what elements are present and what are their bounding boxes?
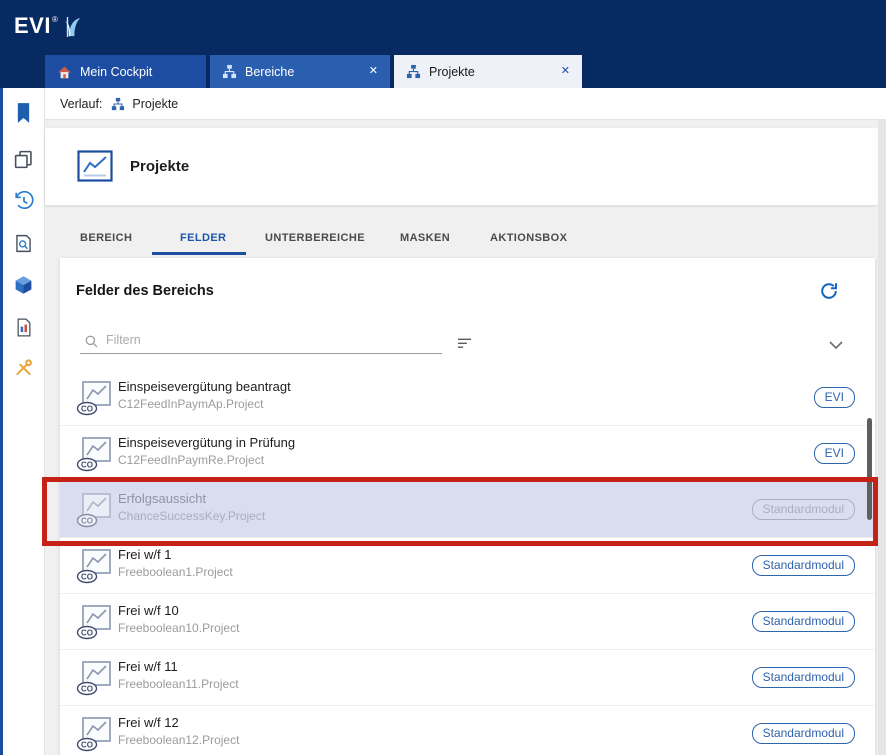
history-item-label: Projekte — [132, 97, 178, 111]
page-title: Projekte — [130, 158, 189, 175]
item-subtitle: C12FeedInPaymAp.Project — [118, 397, 263, 411]
sort-icon[interactable] — [456, 337, 474, 350]
org-chart-icon — [406, 64, 421, 79]
list-scrollbar-thumb[interactable] — [867, 418, 872, 520]
chart-co-icon: CO — [76, 492, 114, 528]
item-subtitle: Freeboolean1.Project — [118, 565, 233, 579]
chart-co-icon: CO — [76, 716, 114, 752]
tab-bereich[interactable]: BEREICH — [80, 232, 132, 244]
list-item[interactable]: CO Einspeisevergütung in Prüfung C12Feed… — [60, 426, 875, 482]
history-label: Verlauf: — [60, 97, 102, 111]
item-subtitle: Freeboolean12.Project — [118, 733, 239, 747]
evi-logo: EVI ® — [14, 13, 83, 39]
page-header: Projekte — [45, 128, 878, 205]
item-title: Einspeisevergütung in Prüfung — [118, 435, 295, 450]
close-icon[interactable]: ✕ — [561, 66, 570, 77]
field-list: CO Einspeisevergütung beantragt C12FeedI… — [60, 370, 875, 755]
module-badge: Standardmodul — [752, 667, 855, 688]
module-badge: Standardmodul — [752, 611, 855, 632]
co-badge-text: CO — [81, 685, 93, 694]
history-bar: Verlauf: Projekte — [45, 88, 886, 120]
co-badge-text: CO — [81, 629, 93, 638]
module-badge: Standardmodul — [752, 723, 855, 744]
item-subtitle: ChanceSuccessKey.Project — [118, 509, 265, 523]
tab-felder[interactable]: FELDER — [180, 232, 226, 244]
history-icon[interactable] — [11, 188, 37, 214]
item-title: Frei w/f 11 — [118, 659, 178, 674]
tab-aktionsbox[interactable]: AKTIONSBOX — [490, 232, 567, 244]
list-item[interactable]: CO Einspeisevergütung beantragt C12FeedI… — [60, 370, 875, 426]
page-scrollbar-track[interactable] — [878, 120, 886, 755]
tab-label: Mein Cockpit — [80, 65, 152, 79]
home-icon — [57, 65, 72, 79]
tab-bar: Mein Cockpit Bereiche ✕ — [0, 55, 886, 88]
refresh-icon[interactable] — [819, 281, 839, 301]
history-item-projekte[interactable]: Projekte — [111, 97, 178, 111]
item-title: Einspeisevergütung beantragt — [118, 379, 291, 394]
tab-mein-cockpit[interactable]: Mein Cockpit — [45, 55, 206, 88]
item-title: Frei w/f 12 — [118, 715, 179, 730]
felder-panel: Felder des Bereichs — [60, 258, 875, 755]
co-badge-text: CO — [81, 461, 93, 470]
org-chart-icon — [111, 97, 125, 111]
item-subtitle: Freeboolean10.Project — [118, 621, 239, 635]
top-bar: EVI ® — [0, 0, 886, 55]
list-item[interactable]: CO Frei w/f 10 Freeboolean10.Project Sta… — [60, 594, 875, 650]
module-badge: EVI — [814, 443, 855, 464]
sail-icon — [63, 15, 83, 39]
co-badge-text: CO — [81, 517, 93, 526]
chevron-down-icon[interactable] — [829, 341, 843, 349]
module-badge: Standardmodul — [752, 555, 855, 576]
list-item[interactable]: CO Frei w/f 1 Freeboolean1.Project Stand… — [60, 538, 875, 594]
tab-masken[interactable]: MASKEN — [400, 232, 450, 244]
tools-icon[interactable] — [11, 354, 37, 380]
left-icon-sidebar — [0, 88, 45, 755]
list-item[interactable]: CO Frei w/f 12 Freeboolean12.Project Sta… — [60, 706, 875, 755]
chart-co-icon: CO — [76, 548, 114, 584]
item-title: Frei w/f 1 — [118, 547, 171, 562]
co-badge-text: CO — [81, 741, 93, 750]
module-badge: Standardmodul — [752, 499, 855, 520]
report-document-icon[interactable] — [11, 314, 37, 340]
tab-label: Bereiche — [245, 65, 294, 79]
item-title: Frei w/f 10 — [118, 603, 179, 618]
chart-icon — [77, 150, 113, 182]
list-item-selected[interactable]: CO Erfolgsaussicht ChanceSuccessKey.Proj… — [60, 482, 875, 538]
active-tab-underline — [152, 252, 246, 255]
app-window: EVI ® Mein Cockpit — [0, 0, 886, 755]
tab-bereiche[interactable]: Bereiche ✕ — [210, 55, 390, 88]
tab-unterbereiche[interactable]: UNTERBEREICHE — [265, 232, 365, 244]
bookmark-icon[interactable] — [11, 100, 37, 126]
close-icon[interactable]: ✕ — [369, 66, 378, 77]
list-item[interactable]: CO Frei w/f 11 Freeboolean11.Project Sta… — [60, 650, 875, 706]
section-tab-strip: BEREICH FELDER UNTERBEREICHE MASKEN AKTI… — [45, 205, 878, 258]
item-title: Erfolgsaussicht — [118, 491, 206, 506]
co-badge-text: CO — [81, 405, 93, 414]
chart-co-icon: CO — [76, 436, 114, 472]
search-document-icon[interactable] — [11, 230, 37, 256]
chart-co-icon: CO — [76, 604, 114, 640]
tab-label: Projekte — [429, 65, 475, 79]
module-cube-icon[interactable] — [11, 272, 37, 298]
org-chart-icon — [222, 64, 237, 79]
panel-title: Felder des Bereichs — [76, 283, 214, 299]
module-badge: EVI — [814, 387, 855, 408]
item-subtitle: C12FeedInPaymRe.Project — [118, 453, 264, 467]
item-subtitle: Freeboolean11.Project — [118, 677, 239, 691]
tab-projekte-active[interactable]: Projekte ✕ — [394, 55, 582, 88]
chart-co-icon: CO — [76, 660, 114, 696]
logo-text: EVI — [14, 13, 51, 39]
logo-registered-mark: ® — [52, 15, 58, 24]
windows-copy-icon[interactable] — [11, 146, 37, 172]
co-badge-text: CO — [81, 573, 93, 582]
chart-co-icon: CO — [76, 380, 114, 416]
filter-input[interactable] — [80, 328, 442, 354]
